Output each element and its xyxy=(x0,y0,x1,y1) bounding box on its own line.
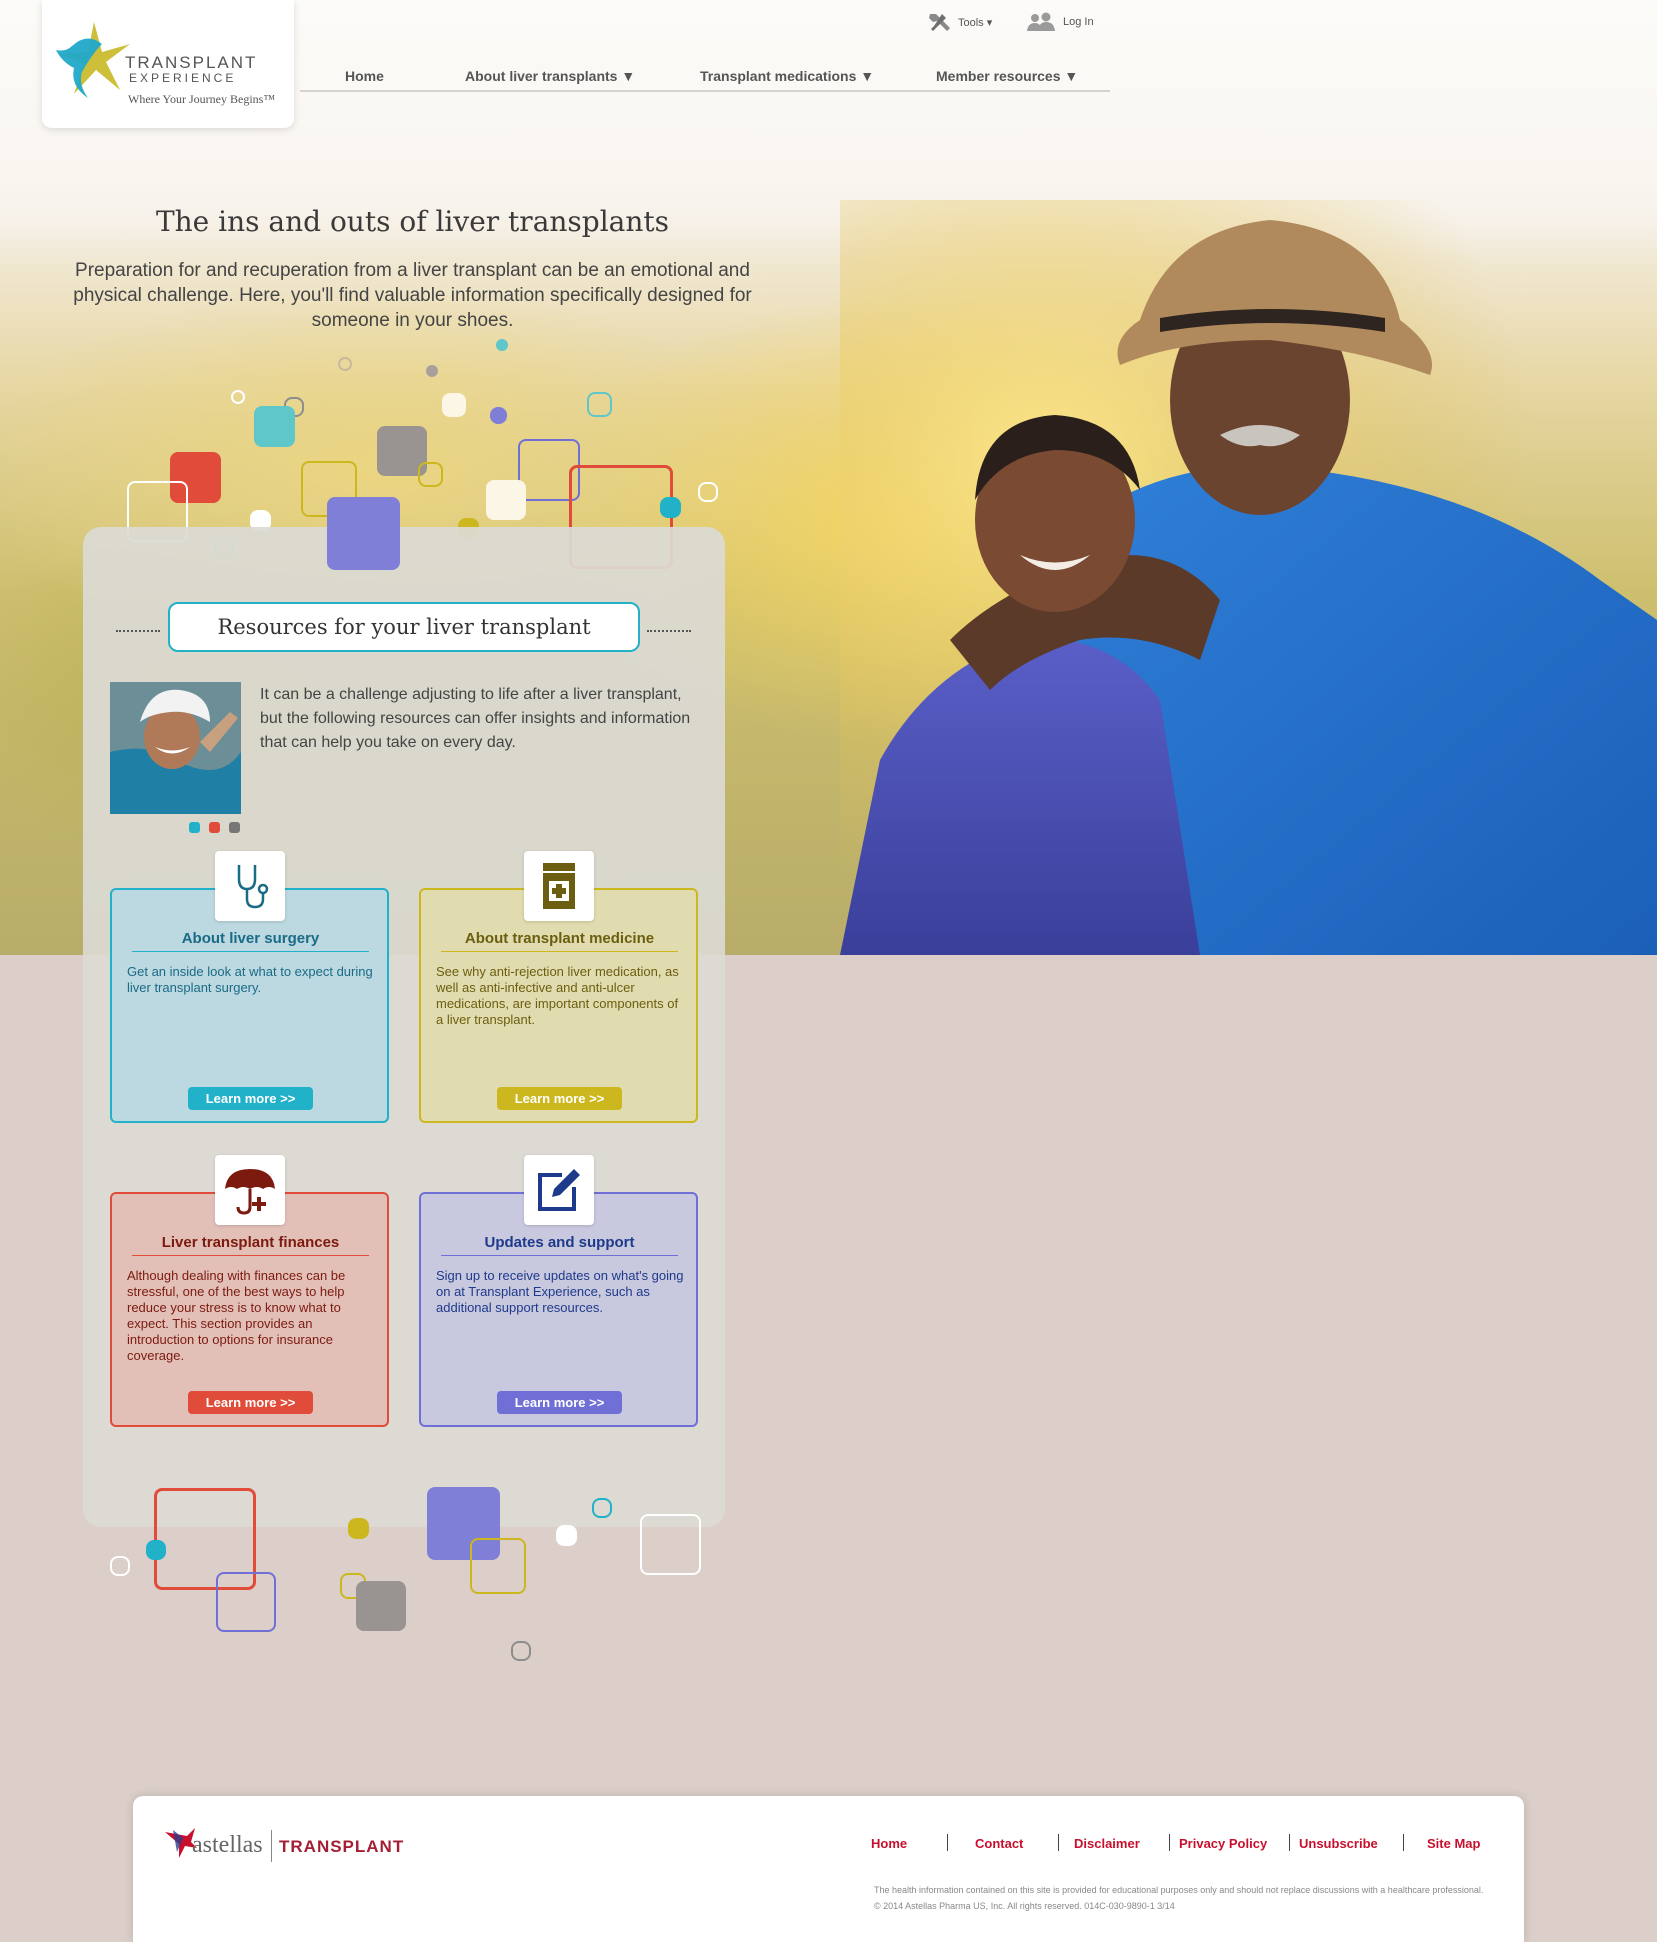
site-footer: astellas TRANSPLANT Home Contact Disclai… xyxy=(133,1796,1524,1942)
footer-link-home[interactable]: Home xyxy=(871,1836,907,1851)
card-title: Updates and support xyxy=(441,1234,678,1256)
card-transplant-medicine: About transplant medicine See why anti-r… xyxy=(419,888,698,1123)
card-icon-box xyxy=(215,851,285,921)
deco-square xyxy=(592,1498,612,1518)
footer-link-privacy[interactable]: Privacy Policy xyxy=(1179,1836,1267,1851)
card-icon-box xyxy=(215,1155,285,1225)
deco-square xyxy=(496,339,508,351)
card-text: Sign up to receive updates on what's goi… xyxy=(436,1268,684,1315)
deco-square xyxy=(470,1538,526,1594)
deco-square xyxy=(486,480,526,520)
nav-member-resources[interactable]: Member resources ▼ xyxy=(936,68,1078,84)
deco-square xyxy=(426,365,438,377)
deco-square xyxy=(587,392,612,417)
card-icon-box xyxy=(524,1155,594,1225)
resources-intro-text: It can be a challenge adjusting to life … xyxy=(260,686,691,751)
login-link[interactable]: Log In xyxy=(1025,12,1094,32)
deco-square xyxy=(511,1641,531,1661)
stethoscope-icon xyxy=(237,865,269,909)
card-text: Get an inside look at what to expect dur… xyxy=(127,964,373,995)
deco-square xyxy=(348,1518,369,1539)
tools-icon xyxy=(929,14,950,31)
nav-home[interactable]: Home xyxy=(345,68,384,84)
deco-square xyxy=(146,1540,166,1560)
deco-square xyxy=(698,482,718,502)
carousel-dot-2[interactable] xyxy=(209,822,220,833)
footer-link-unsubscribe[interactable]: Unsubscribe xyxy=(1299,1836,1378,1851)
card-title: About liver surgery xyxy=(132,930,369,952)
title-divider-left xyxy=(116,630,160,632)
medicine-bottle-icon xyxy=(543,863,575,909)
transplant-experience-logo-icon xyxy=(56,22,130,98)
main-navigation: Home About liver transplants ▼ Transplan… xyxy=(300,60,1110,92)
couple-photo xyxy=(840,200,1657,955)
learn-more-button[interactable]: Learn more >> xyxy=(497,1087,622,1110)
footer-link-contact[interactable]: Contact xyxy=(975,1836,1023,1851)
footer-separator xyxy=(1289,1834,1290,1851)
card-liver-finances: Liver transplant finances Although deali… xyxy=(110,1192,389,1427)
footer-link-disclaimer[interactable]: Disclaimer xyxy=(1074,1836,1140,1851)
astellas-division: TRANSPLANT xyxy=(279,1837,405,1856)
brand-name-line2: EXPERIENCE xyxy=(129,71,237,85)
deco-square xyxy=(356,1581,406,1631)
title-divider-right xyxy=(647,630,691,632)
disclaimer-text: The health information contained on this… xyxy=(874,1885,1484,1895)
card-title: About transplant medicine xyxy=(441,930,678,952)
nav-about-liver-transplants[interactable]: About liver transplants ▼ xyxy=(465,68,635,84)
copyright-text: © 2014 Astellas Pharma US, Inc. All righ… xyxy=(874,1901,1175,1911)
deco-square xyxy=(442,393,466,417)
deco-square xyxy=(418,462,443,487)
users-icon xyxy=(1027,12,1055,31)
card-title: Liver transplant finances xyxy=(132,1234,369,1256)
tools-label: Tools ▾ xyxy=(958,16,993,29)
intro-text: Preparation for and recuperation from a … xyxy=(73,260,752,331)
tools-menu[interactable]: Tools ▾ xyxy=(928,12,992,32)
deco-square xyxy=(327,497,400,570)
cyclist-photo xyxy=(110,682,241,814)
resources-title: Resources for your liver transplant xyxy=(168,602,640,652)
footer-separator xyxy=(1058,1834,1059,1851)
edit-icon xyxy=(538,1169,580,1211)
umbrella-icon xyxy=(225,1169,275,1215)
footer-disclaimer: The health information contained on this… xyxy=(874,1882,1494,1914)
deco-square xyxy=(254,406,295,447)
deco-square xyxy=(640,1514,701,1575)
card-text: See why anti-rejection liver medication,… xyxy=(436,964,679,1027)
deco-square xyxy=(660,497,681,518)
footer-link-sitemap[interactable]: Site Map xyxy=(1427,1836,1480,1851)
carousel-dot-1[interactable] xyxy=(189,822,200,833)
card-icon-box xyxy=(524,851,594,921)
deco-square xyxy=(556,1525,577,1546)
deco-square xyxy=(231,390,245,404)
deco-square xyxy=(110,1556,130,1576)
footer-separator xyxy=(1169,1834,1170,1851)
astellas-wordmark: astellas xyxy=(192,1832,263,1858)
site-logo[interactable]: TRANSPLANT EXPERIENCE Where Your Journey… xyxy=(42,0,294,128)
deco-square xyxy=(216,1572,276,1632)
deco-square xyxy=(338,357,352,371)
learn-more-button[interactable]: Learn more >> xyxy=(188,1087,313,1110)
login-label: Log In xyxy=(1063,16,1094,28)
footer-separator xyxy=(947,1834,948,1851)
footer-separator xyxy=(1403,1834,1404,1851)
nav-transplant-medications[interactable]: Transplant medications ▼ xyxy=(700,68,874,84)
brand-tagline: Where Your Journey Begins™ xyxy=(128,92,276,106)
deco-square xyxy=(490,407,507,424)
brand-name-line1: TRANSPLANT xyxy=(125,53,258,72)
card-text: Although dealing with finances can be st… xyxy=(127,1268,346,1363)
learn-more-button[interactable]: Learn more >> xyxy=(188,1391,313,1414)
carousel-dot-3[interactable] xyxy=(229,822,240,833)
page-title: The ins and outs of liver transplants xyxy=(155,205,670,238)
learn-more-button[interactable]: Learn more >> xyxy=(497,1391,622,1414)
card-updates-support: Updates and support Sign up to receive u… xyxy=(419,1192,698,1427)
logo-divider xyxy=(271,1830,272,1862)
card-liver-surgery: About liver surgery Get an inside look a… xyxy=(110,888,389,1123)
